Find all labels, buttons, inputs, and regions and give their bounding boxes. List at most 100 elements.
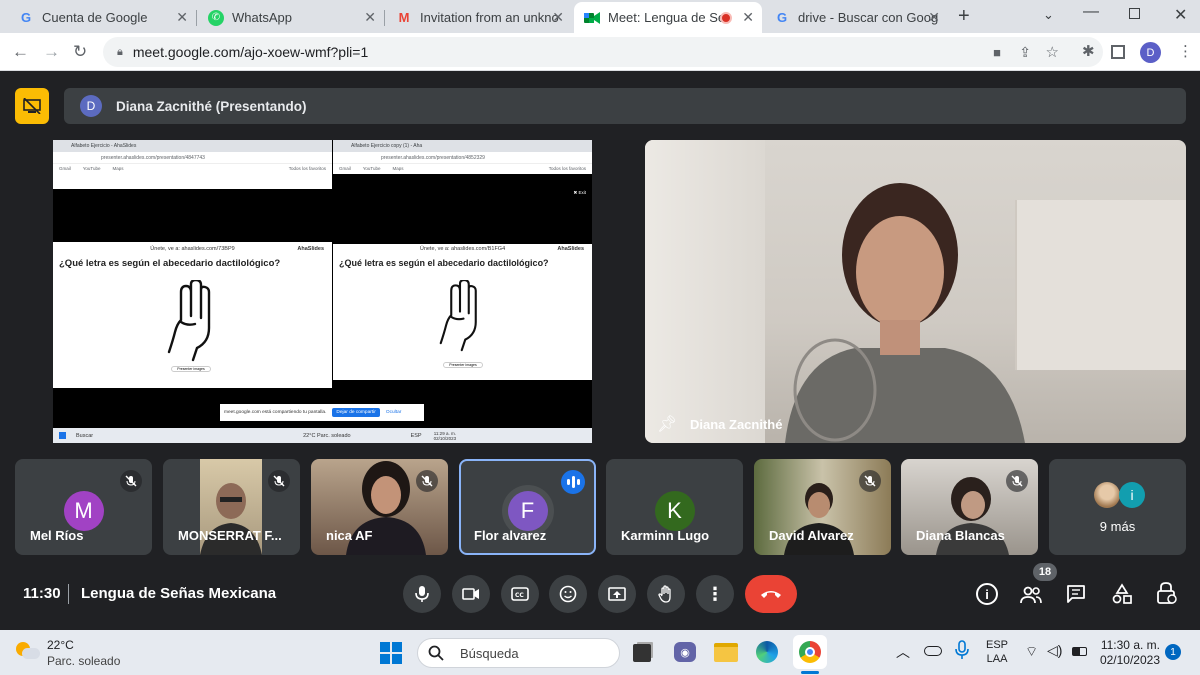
bookmark: Gmail xyxy=(339,166,351,171)
language-indicator[interactable]: ESP LAA xyxy=(986,638,1008,666)
tab-search-icon[interactable]: ⌄ xyxy=(1043,7,1054,23)
participant-tile[interactable]: MONSERRAT F... xyxy=(163,459,300,555)
tray-chevron-icon[interactable]: ︿ xyxy=(896,642,910,662)
participant-video-icon xyxy=(785,183,1025,443)
chat-button[interactable] xyxy=(1066,584,1086,609)
more-participants-tile[interactable]: i 9 más xyxy=(1049,459,1186,555)
bookmark: YouTube xyxy=(362,166,381,171)
microphone-button[interactable] xyxy=(403,575,441,613)
people-button[interactable] xyxy=(1019,582,1045,606)
chrome-browser-icon[interactable] xyxy=(793,635,827,669)
close-icon[interactable]: ✕ xyxy=(552,9,564,26)
maximize-button[interactable] xyxy=(1129,8,1140,19)
participant-tile[interactable]: M Mel Ríos xyxy=(15,459,152,555)
taskbar-search-box[interactable]: Búsqueda xyxy=(417,638,620,668)
profile-avatar[interactable]: D xyxy=(1140,42,1161,63)
bookmark-star-icon[interactable]: ☆ xyxy=(1046,43,1059,61)
presenter-banner: D Diana Zacnithé (Presentando) xyxy=(64,88,1186,124)
gmail-icon: M xyxy=(398,10,410,25)
url-text: meet.google.com/ajo-xoew-wmf?pli=1 xyxy=(132,44,369,60)
bookmark: Maps xyxy=(392,166,404,171)
close-icon[interactable]: ✕ xyxy=(364,9,376,26)
wifi-icon[interactable]: ⌔ xyxy=(1025,643,1038,661)
leave-call-button[interactable] xyxy=(745,575,797,613)
tab-google-account[interactable]: G Cuenta de Google ✕ xyxy=(8,2,196,33)
activities-button[interactable] xyxy=(1111,583,1133,610)
reload-icon[interactable]: ↻ xyxy=(73,42,87,62)
new-tab-button[interactable]: + xyxy=(958,5,970,28)
window-close-button[interactable]: ✕ xyxy=(1174,5,1187,25)
present-screen-icon xyxy=(608,587,626,601)
notification-badge[interactable]: 1 xyxy=(1165,644,1181,660)
search-icon xyxy=(428,645,444,661)
extensions-icon[interactable]: ✱ xyxy=(1082,42,1095,60)
present-button[interactable] xyxy=(598,575,636,613)
captions-button[interactable]: CC xyxy=(501,575,539,613)
mic-off-icon xyxy=(859,470,881,492)
shared-window-left: Alfabeto Ejercicio - AhaSlides presenter… xyxy=(53,140,332,388)
tab-gmail[interactable]: M Invitation from an unkno ✕ xyxy=(386,2,572,33)
slide-question: ¿Qué letra es según el abecedario dactil… xyxy=(339,258,549,268)
back-icon[interactable]: ← xyxy=(12,42,29,62)
tab-title: WhatsApp xyxy=(232,10,292,25)
videocam-icon xyxy=(462,588,479,600)
svg-text:CC: CC xyxy=(515,592,524,599)
pin-icon[interactable]: 📌︎ xyxy=(657,414,677,434)
lock-person-icon xyxy=(1157,582,1177,604)
activities-shapes-icon xyxy=(1112,583,1132,604)
close-icon[interactable]: ✕ xyxy=(742,9,754,26)
file-explorer-icon[interactable] xyxy=(714,643,738,662)
camera-icon[interactable]: ■ xyxy=(993,45,1001,60)
mic-off-icon xyxy=(1006,470,1028,492)
mic-off-icon xyxy=(120,470,142,492)
participant-name: MONSERRAT F... xyxy=(178,528,282,543)
participant-tile[interactable]: nica AF xyxy=(311,459,448,555)
side-panel-icon[interactable] xyxy=(1111,45,1125,59)
mic-off-icon xyxy=(416,470,438,492)
presenting-indicator-button[interactable] xyxy=(15,88,49,124)
onedrive-icon[interactable] xyxy=(924,646,942,656)
start-button[interactable] xyxy=(380,642,402,664)
participant-tile[interactable]: K Karminn Lugo xyxy=(606,459,743,555)
mic-tray-icon[interactable] xyxy=(955,640,969,665)
bookmark-folder: Todos los favoritos xyxy=(548,166,586,171)
close-icon[interactable]: ✕ xyxy=(928,9,940,26)
close-icon[interactable]: ✕ xyxy=(176,9,188,26)
tab-meet[interactable]: Meet: Lengua de Se ✕ xyxy=(574,2,762,33)
tab-title: Invitation from an unkno xyxy=(420,10,559,25)
teams-chat-icon[interactable]: ◉ xyxy=(674,642,696,662)
edge-browser-icon[interactable] xyxy=(756,641,778,663)
task-view-icon[interactable] xyxy=(633,644,651,662)
raise-hand-button[interactable] xyxy=(647,575,685,613)
main-video-tile[interactable]: 📌︎ Diana Zacnithé xyxy=(645,140,1186,443)
host-controls-button[interactable] xyxy=(1156,581,1178,610)
menu-dots-icon[interactable]: ⋮ xyxy=(1178,42,1193,60)
participant-avatar: M xyxy=(63,491,104,531)
tab-drive-search[interactable]: G drive - Buscar con Googl ✕ xyxy=(764,2,948,33)
windows-logo-icon xyxy=(59,432,66,439)
forward-icon[interactable]: → xyxy=(43,42,60,62)
address-bar[interactable]: 🔒︎ meet.google.com/ajo-xoew-wmf?pli=1 ■ … xyxy=(103,37,1103,67)
more-participants-text: 9 más xyxy=(1099,519,1136,534)
participant-tile[interactable]: Diana Blancas xyxy=(901,459,1038,555)
share-icon[interactable]: ⇪ xyxy=(1019,44,1031,61)
participant-video-icon xyxy=(200,483,262,555)
shared-tab: Alfabeto Ejercicio copy (1) - Aha xyxy=(333,140,592,152)
camera-button[interactable] xyxy=(452,575,490,613)
tab-whatsapp[interactable]: ✆ WhatsApp ✕ xyxy=(198,2,384,33)
shared-tab: Alfabeto Ejercicio - AhaSlides xyxy=(53,140,332,152)
meeting-details-button[interactable]: i xyxy=(976,583,998,605)
reactions-button[interactable] xyxy=(549,575,587,613)
share-notice-bar: meet.google.com está compartiendo tu pan… xyxy=(220,404,424,421)
clock[interactable]: 11:30 a. m. 02/10/2023 xyxy=(1098,638,1160,668)
minimize-button[interactable]: — xyxy=(1083,3,1099,21)
hide-button: Ocultar xyxy=(385,410,402,415)
hand-icon xyxy=(658,585,671,603)
participant-tile[interactable]: David Alvarez xyxy=(754,459,891,555)
weather-icon[interactable] xyxy=(16,642,40,660)
battery-icon[interactable] xyxy=(1072,647,1087,656)
join-text: Únete, ve a: ahaslides.com/73BP9 xyxy=(150,246,235,252)
volume-icon[interactable]: ◁) xyxy=(1047,642,1062,659)
participant-tile-speaking[interactable]: F Flor alvarez xyxy=(459,459,596,555)
more-options-button[interactable]: ⋮ xyxy=(696,575,734,613)
